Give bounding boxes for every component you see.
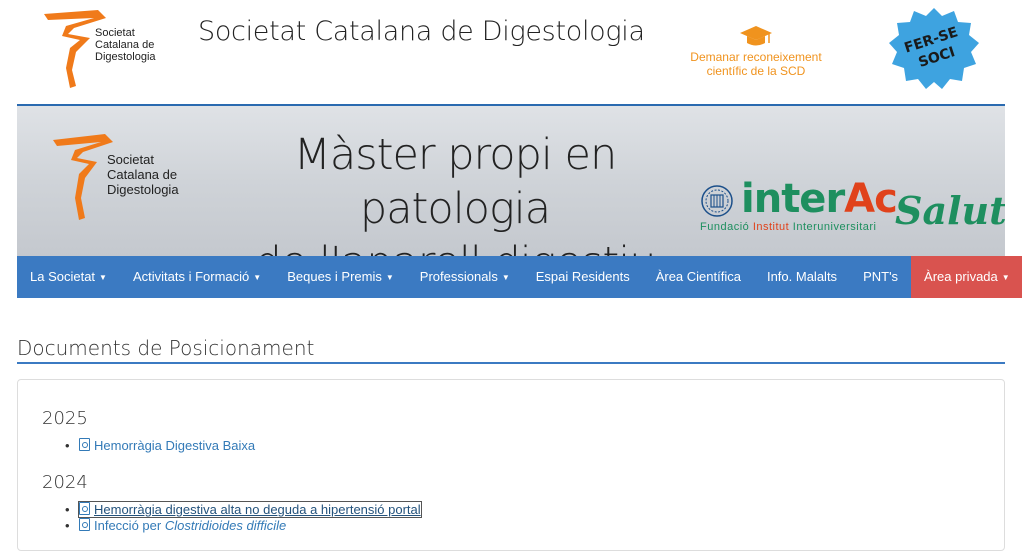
nav-item-beques[interactable]: Beques i Premis ▼ [274, 256, 407, 298]
graduation-cap-icon [740, 26, 772, 46]
doc-link[interactable]: Hemorràgia digestiva alta no deguda a hi… [78, 501, 422, 518]
caret-down-icon: ▼ [1001, 273, 1010, 282]
doc-link[interactable]: Hemorràgia Digestiva Baixa [79, 438, 255, 453]
university-seal-icon [701, 185, 733, 217]
list-item: Hemorràgia digestiva alta no deguda a hi… [65, 501, 422, 518]
caret-down-icon: ▼ [501, 273, 510, 282]
page-title: Documents de Posicionament [17, 336, 315, 360]
become-member-badge[interactable]: FER-SE SOCI [888, 6, 980, 92]
doc-list: Hemorràgia digestiva alta no deguda a hi… [65, 501, 422, 534]
main-nav: La Societat ▼ Activitats i Formació ▼ Bequ… [17, 256, 1022, 298]
year-heading: 2024 [42, 472, 88, 493]
nav-item-area-cientifica[interactable]: Àrea Científica [643, 256, 754, 298]
nav-item-professionals[interactable]: Professionals ▼ [407, 256, 523, 298]
documents-panel: 2025 Hemorràgia Digestiva Baixa 2024 Hem… [17, 379, 1005, 551]
logo-text: Societat Catalana de Digestologia [95, 27, 156, 63]
title-divider [17, 362, 1005, 364]
list-item: Hemorràgia Digestiva Baixa [65, 438, 255, 454]
doc-list: Hemorràgia Digestiva Baixa [65, 438, 255, 454]
pdf-icon [79, 518, 90, 531]
recognition-link[interactable]: Demanar reconeixement científic de la SC… [680, 24, 832, 78]
master-banner[interactable]: Societat Catalana de Digestologia Màster… [17, 104, 1005, 258]
foundation-text: Fundació Institut Interuniversitari [700, 221, 877, 233]
salut-logo: Salut [895, 188, 1005, 233]
caret-down-icon: ▼ [385, 273, 394, 282]
site-title[interactable]: Societat Catalana de Digestologia [198, 16, 645, 47]
nav-item-info-malalts[interactable]: Info. Malalts [754, 256, 850, 298]
banner-title: Màster propi en patologia de l'aparell d… [255, 130, 657, 258]
nav-item-area-privada[interactable]: Àrea privada ▼ [911, 256, 1022, 298]
pdf-icon [79, 438, 90, 451]
nav-item-activitats[interactable]: Activitats i Formació ▼ [120, 256, 274, 298]
caret-down-icon: ▼ [253, 273, 262, 282]
nav-item-la-societat[interactable]: La Societat ▼ [17, 256, 120, 298]
banner-logo-text: Societat Catalana de Digestologia [107, 152, 179, 197]
nav-item-pnts[interactable]: PNT's [850, 256, 911, 298]
nav-item-residents[interactable]: Espai Residents [523, 256, 643, 298]
year-heading: 2025 [42, 408, 88, 429]
doc-link[interactable]: Infecció per Clostridioides difficile [79, 518, 286, 533]
interac-logo: interAc [741, 176, 898, 222]
pdf-icon [79, 502, 90, 515]
caret-down-icon: ▼ [99, 273, 107, 282]
list-item: Infecció per Clostridioides difficile [65, 518, 421, 534]
